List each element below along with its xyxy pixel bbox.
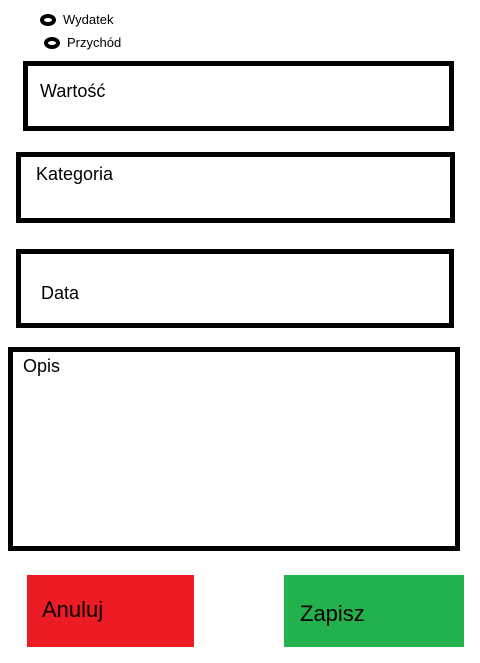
description-label: Opis xyxy=(23,356,61,376)
radio-option-expense[interactable]: Wydatek xyxy=(40,12,113,28)
radio-income-circle[interactable] xyxy=(44,37,60,49)
description-textarea[interactable] xyxy=(23,380,443,540)
value-input[interactable] xyxy=(40,106,440,126)
radio-expense-circle[interactable] xyxy=(40,14,56,26)
save-button-label: Zapisz xyxy=(300,601,365,626)
save-button[interactable]: Zapisz xyxy=(284,575,464,647)
cancel-button-label: Anuluj xyxy=(42,597,104,622)
value-field[interactable]: Wartość xyxy=(23,61,454,131)
radio-income-label: Przychód xyxy=(67,35,122,50)
category-input[interactable] xyxy=(36,189,436,215)
description-field[interactable]: Opis xyxy=(8,347,460,551)
date-input[interactable] xyxy=(41,306,441,324)
date-field[interactable]: Data xyxy=(16,249,454,328)
value-label: Wartość xyxy=(40,81,106,101)
category-label: Kategoria xyxy=(36,164,114,184)
date-label: Data xyxy=(41,283,80,303)
cancel-button[interactable]: Anuluj xyxy=(27,575,194,647)
radio-expense-label: Wydatek xyxy=(63,12,114,27)
radio-option-income[interactable]: Przychód xyxy=(44,35,121,51)
category-field[interactable]: Kategoria xyxy=(16,152,455,223)
